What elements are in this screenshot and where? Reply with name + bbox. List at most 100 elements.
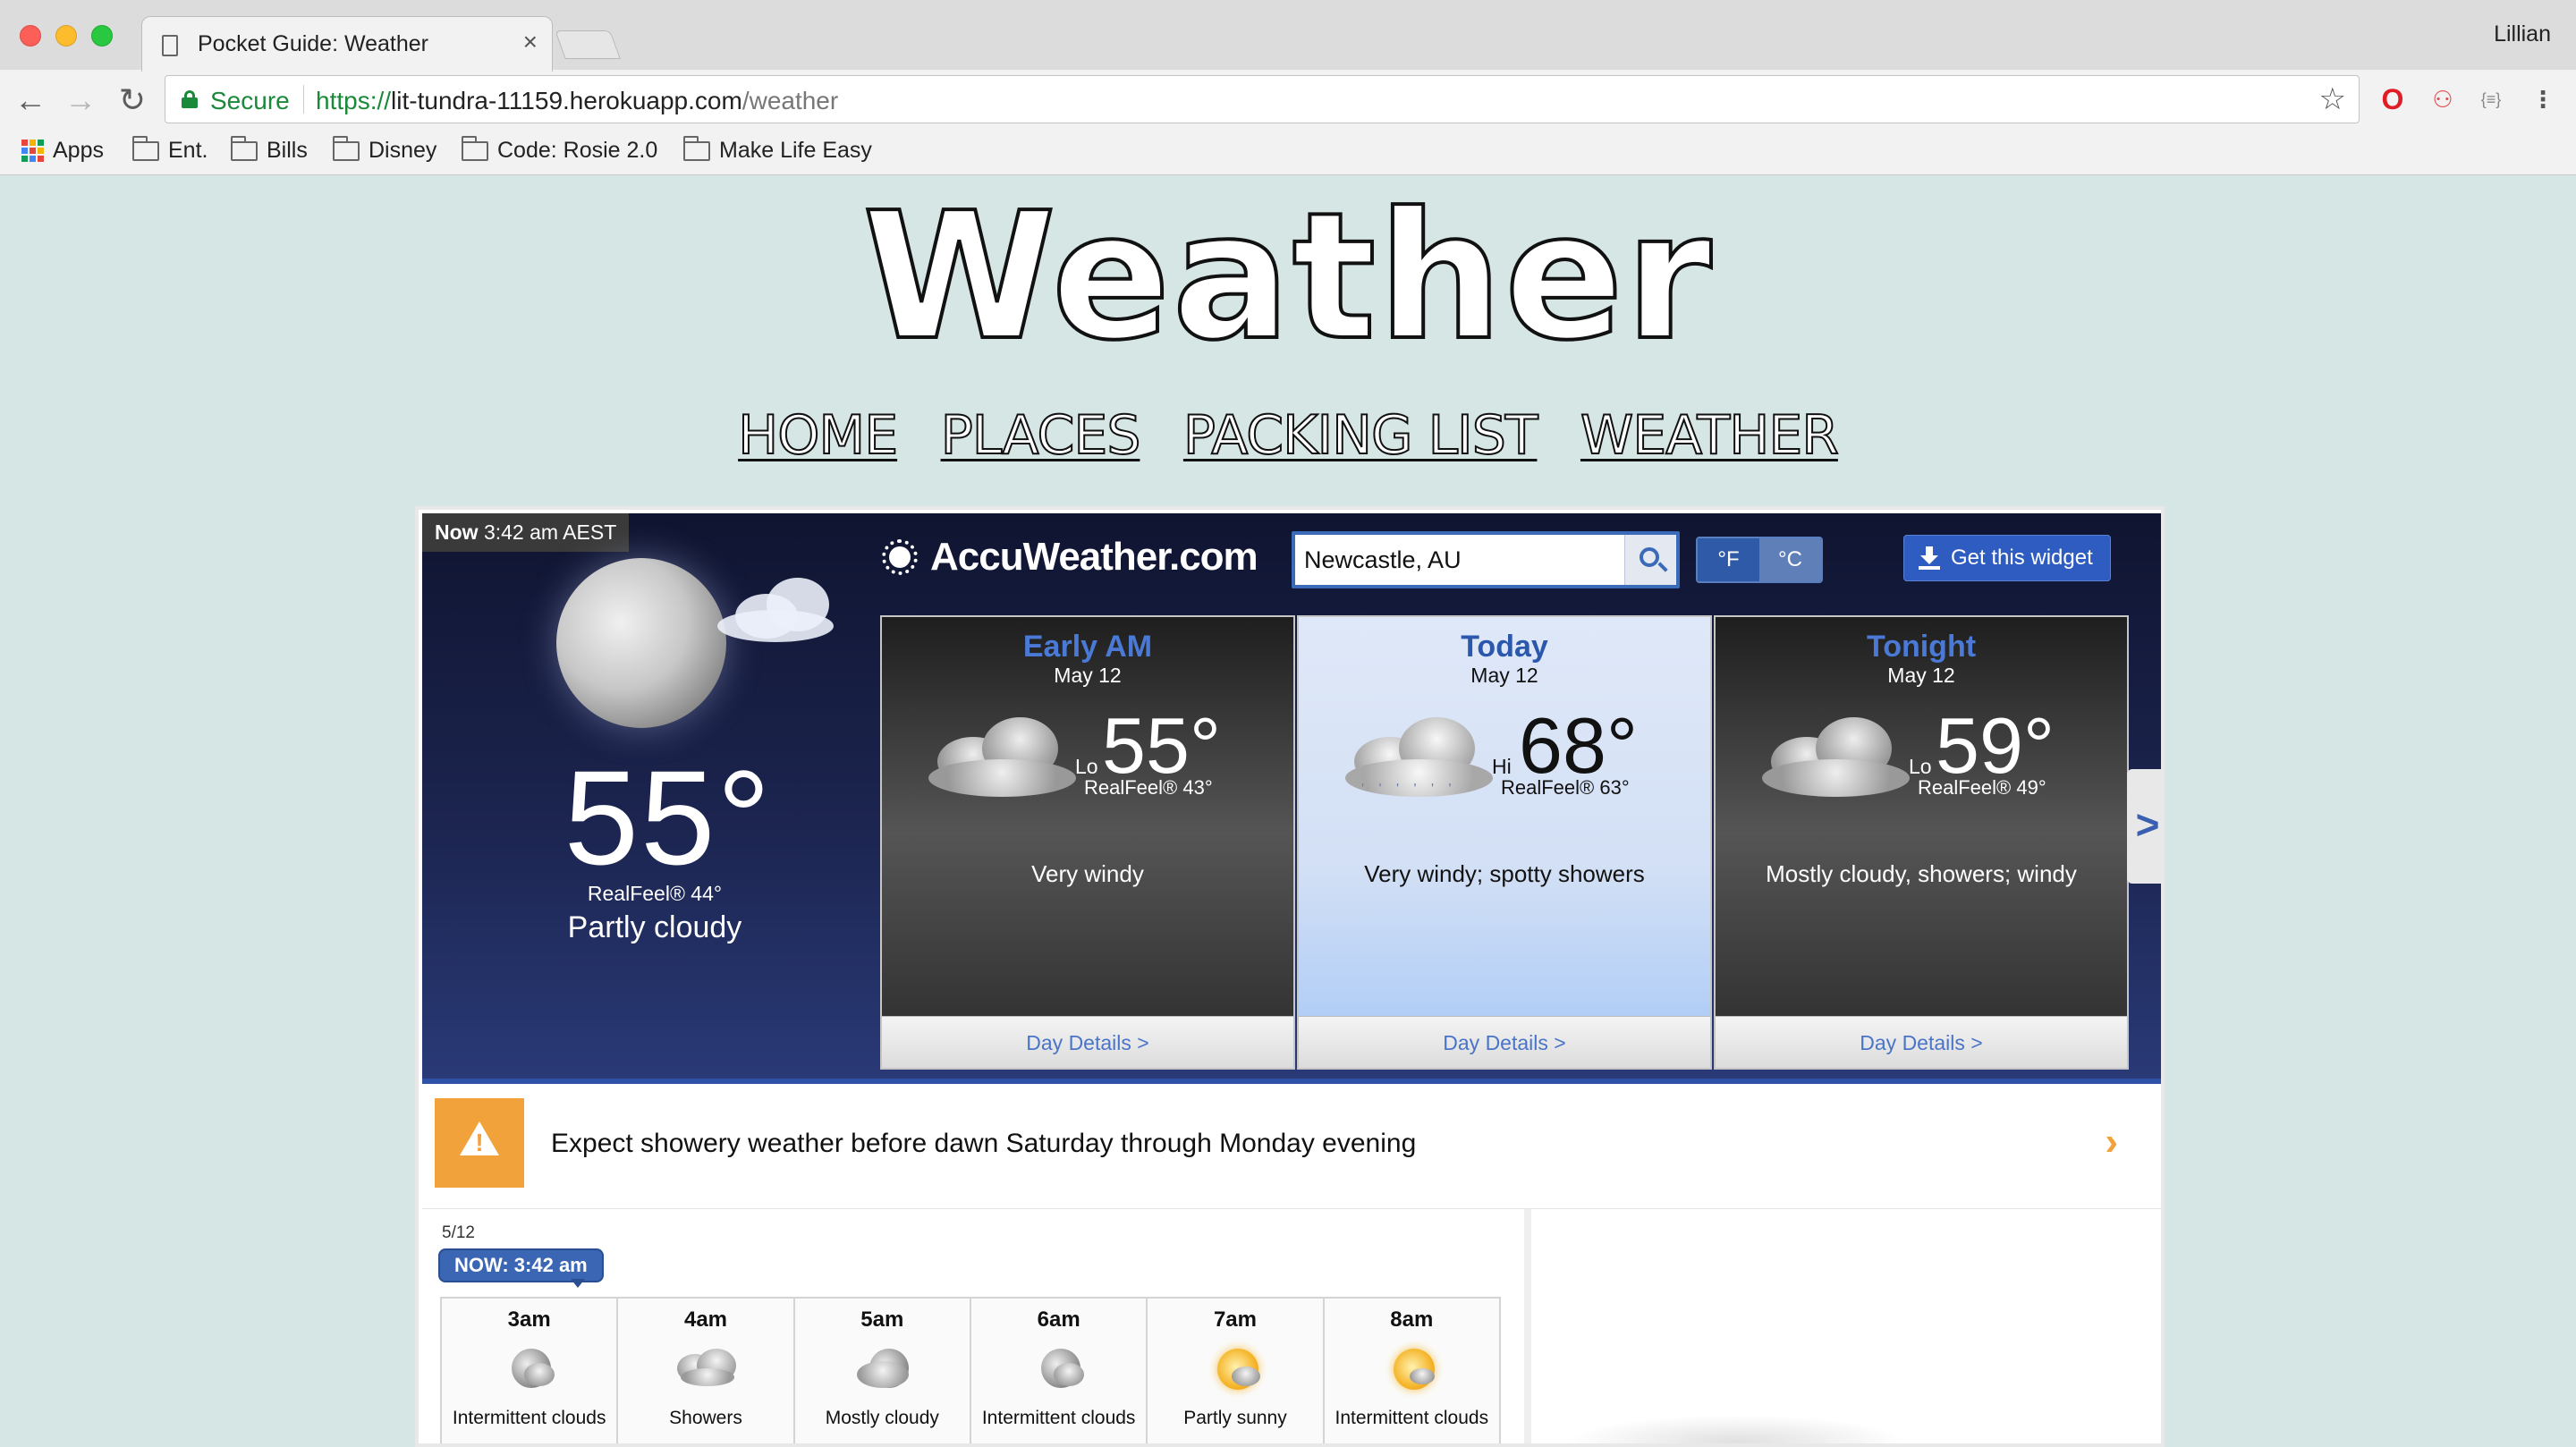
location-search [1292,531,1680,588]
page-icon [162,35,178,56]
next-forecast-chevron-icon[interactable]: > [2127,769,2161,884]
bookmark-folder-code-rosie[interactable]: Code: Rosie 2.0 [462,135,658,164]
day-details-link[interactable]: Day Details > [882,1016,1293,1068]
browser-chrome: Pocket Guide: Weather × Lillian ← → ↻ Se… [0,0,2576,175]
url-text[interactable]: https://lit-tundra-11159.herokuapp.com/w… [316,87,838,115]
bookmark-label: Ent. [168,138,208,163]
new-tab-button[interactable] [555,30,621,59]
hour-condition: Partly sunny [1183,1408,1287,1428]
forecast-date: May 12 [1470,664,1538,687]
hour-condition: Intermittent clouds [1335,1408,1489,1428]
folder-icon [462,135,488,161]
zoom-window-button[interactable] [91,25,113,47]
address-bar[interactable]: Secure https://lit-tundra-11159.herokuap… [165,75,2360,123]
hour-cell[interactable]: 5am Mostly cloudy [795,1299,971,1443]
close-window-button[interactable] [20,25,41,47]
hour-cell[interactable]: 7am Partly sunny [1148,1299,1325,1443]
bookmark-label: Bills [267,138,308,163]
tab-title: Pocket Guide: Weather [198,31,429,56]
bookmark-folder-make-life-easy[interactable]: Make Life Easy [683,135,872,164]
forecast-realfeel: RealFeel® 43° [1084,776,1213,799]
folder-icon [231,135,258,161]
bookmark-folder-bills[interactable]: Bills [231,135,308,164]
hour-condition: Intermittent clouds [981,1408,1136,1428]
cloudy-showers-icon [1762,710,1914,808]
nav-home-link[interactable]: HOME [737,403,899,468]
forecast-title: Early AM [1022,630,1153,664]
side-panel [1540,1209,2161,1443]
forecast-card-today[interactable]: Today May 12 ' ' ' ' ' ' Hi 68° RealFeel… [1297,615,1712,1070]
location-search-input[interactable] [1304,542,1617,578]
day-details-link[interactable]: Day Details > [1299,1016,1710,1068]
hour-time: 8am [1390,1307,1434,1332]
bookmark-folder-ent[interactable]: Ent. [132,135,208,164]
nav-weather-link[interactable]: WEATHER [1580,403,1840,468]
hour-cell[interactable]: 3am Intermittent clouds [442,1299,619,1443]
hour-condition: Intermittent clouds [452,1408,606,1428]
search-button[interactable] [1624,535,1676,585]
weather-alert[interactable]: ! Expect showery weather before dawn Sat… [422,1084,2161,1209]
bookmark-folder-disney[interactable]: Disney [333,135,436,164]
reload-icon[interactable]: ↻ [113,80,152,120]
bookmark-label: Code: Rosie 2.0 [497,138,658,163]
site-nav: HOME PLACES PACKING LIST WEATHER [0,403,2576,468]
rain-drops-icon: ' ' ' ' ' ' [1361,782,1457,797]
back-arrow-icon[interactable]: ← [11,80,50,120]
hourly-date: 5/12 [442,1223,475,1242]
get-widget-button[interactable]: Get this widget [1903,535,2111,581]
url-separator [303,85,304,114]
apps-grid-icon [21,140,44,162]
forecast-card-tonight[interactable]: Tonight May 12 Lo 59° RealFeel® 49° Most… [1714,615,2129,1070]
bookmark-star-icon[interactable]: ☆ [2319,81,2346,117]
hour-time: 5am [860,1307,904,1332]
forecast-date: May 12 [1054,664,1122,687]
minimize-window-button[interactable] [55,25,77,47]
celsius-button[interactable]: °C [1759,538,1821,581]
chevron-right-icon[interactable]: › [2105,1120,2118,1164]
sun-cloud-icon [1383,1345,1440,1399]
fahrenheit-button[interactable]: °F [1698,538,1759,581]
hourly-forecast: 5/12 NOW: 3:42 am 3am Intermittent cloud… [422,1209,1531,1443]
opera-icon[interactable]: O [2376,82,2410,116]
secure-label: Secure [210,87,290,114]
browser-tab[interactable]: Pocket Guide: Weather × [141,16,553,72]
bookmark-label: Make Life Easy [719,138,872,163]
tab-close-icon[interactable]: × [523,28,538,56]
download-icon [1919,546,1940,570]
forecast-card-early-am[interactable]: Early AM May 12 Lo 55° RealFeel® 43° Ver… [880,615,1295,1070]
menu-icon[interactable]: ⋮ [2526,82,2560,116]
accuweather-logo[interactable]: AccuWeather.com [880,535,1258,580]
json-icon[interactable]: {≡} [2474,82,2508,116]
url-scheme: https:// [316,87,392,114]
forward-arrow-icon[interactable]: → [61,80,100,120]
bookmarks-bar: Apps Ent. Bills Disney Code: Rosie 2.0 M… [0,131,2576,173]
current-conditions-panel: Now 3:42 am AEST 55° RealFeel® 44° Partl… [422,513,2161,1084]
now-time: 3:42 am AEST [483,520,617,544]
forecast-realfeel: RealFeel® 63° [1501,776,1630,799]
day-details-link[interactable]: Day Details > [1716,1016,2127,1068]
mostly-cloudy-night-icon [853,1345,911,1399]
extension-icon[interactable]: ⚇ [2426,82,2460,116]
forecast-title: Today [1461,630,1548,664]
site-logo: Weather [860,175,1714,379]
bookmark-label: Apps [53,138,104,163]
nav-packing-list-link[interactable]: PACKING LIST [1182,403,1539,468]
browser-toolbar: ← → ↻ Secure https://lit-tundra-11159.he… [0,72,2576,131]
hour-cell[interactable]: 8am Intermittent clouds [1325,1299,1499,1443]
folder-icon [333,135,360,161]
profile-name[interactable]: Lillian [2494,21,2551,47]
current-condition: Partly cloudy [567,910,742,944]
forecast-description: Very windy [1031,860,1144,887]
folder-icon [132,135,159,161]
url-path: /weather [741,87,839,114]
accuweather-widget: Now 3:42 am AEST 55° RealFeel® 44° Partl… [415,506,2165,1447]
hour-cell[interactable]: 6am Intermittent clouds [971,1299,1148,1443]
alert-text: Expect showery weather before dawn Satur… [551,1129,1417,1158]
nav-places-link[interactable]: PLACES [940,403,1142,468]
sun-icon [880,537,919,577]
brand-name: AccuWeather.com [930,535,1258,579]
forecast-lo-hi: Hi [1492,755,1512,778]
cloudy-icon [928,710,1080,808]
bookmark-apps[interactable]: Apps [21,138,104,164]
hour-cell[interactable]: 4am Showers [618,1299,795,1443]
